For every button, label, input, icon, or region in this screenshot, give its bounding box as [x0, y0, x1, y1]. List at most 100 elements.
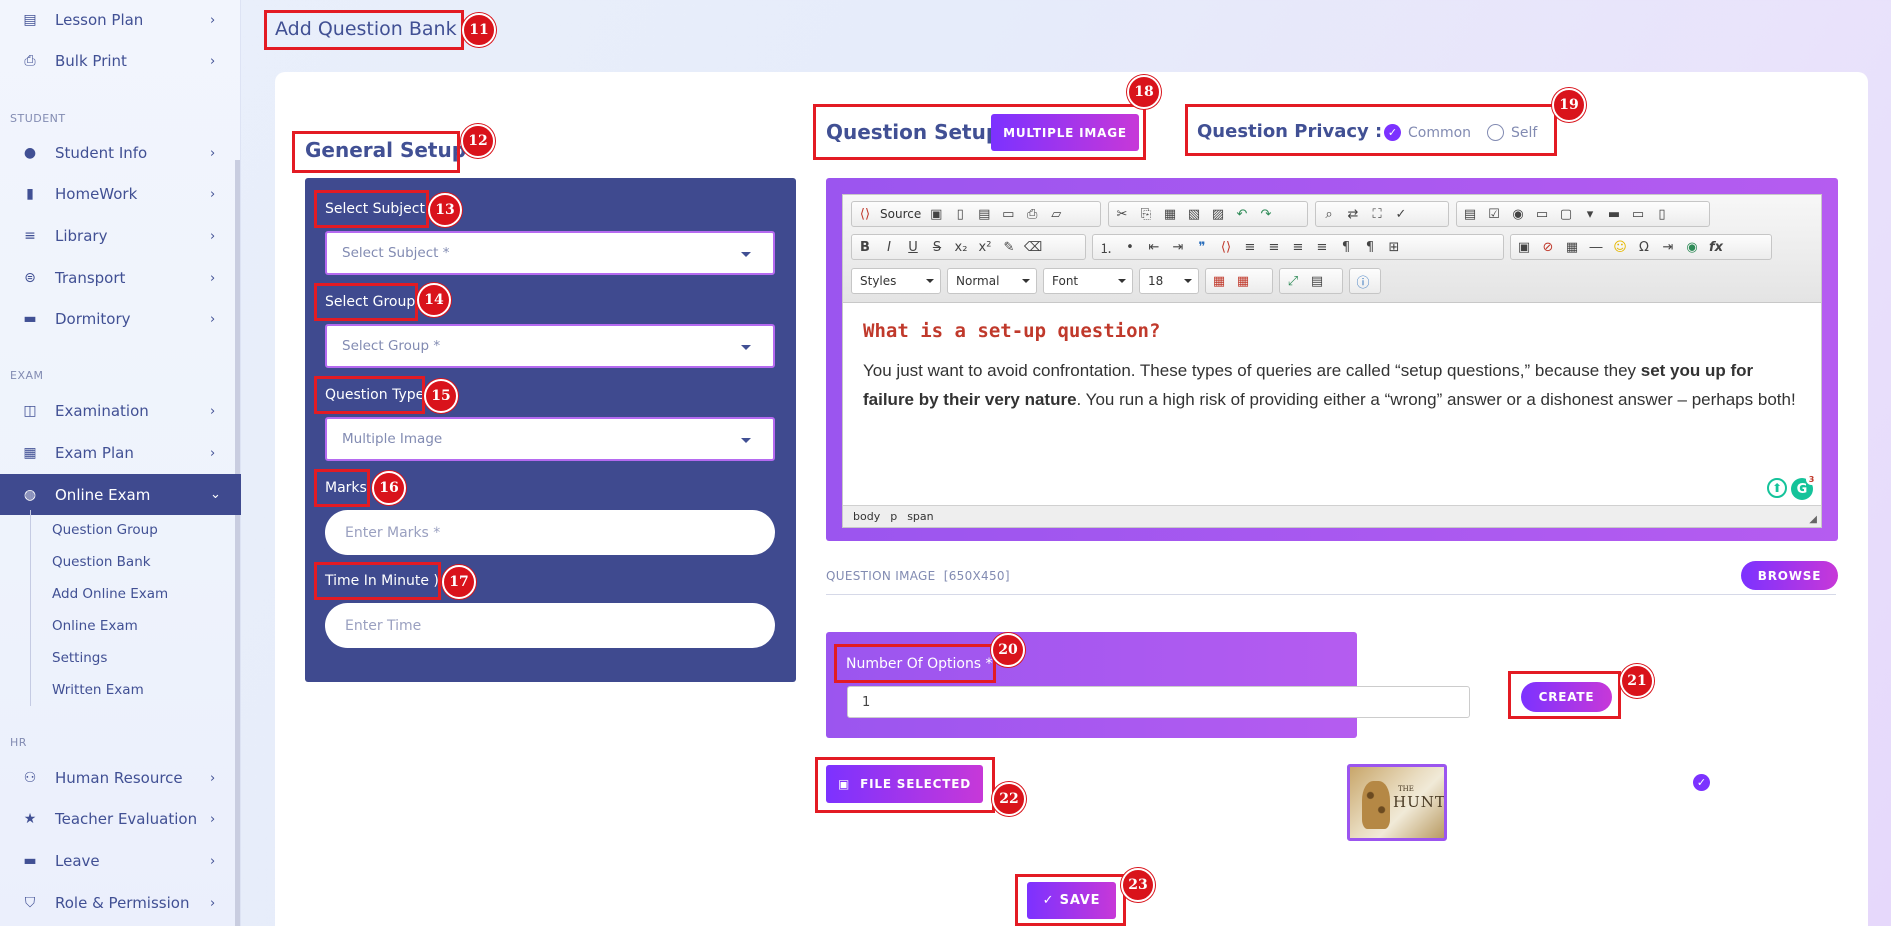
sidebar-item-online-exam[interactable]: ◍ Online Exam ⌄ — [0, 474, 241, 515]
remove-format-icon[interactable]: ⌫ — [1024, 238, 1042, 256]
submenu-question-bank[interactable]: Question Bank — [52, 554, 151, 570]
grammarly-icon[interactable]: G3 — [1791, 474, 1817, 500]
submenu-question-group[interactable]: Question Group — [52, 522, 158, 538]
align-justify-icon[interactable]: ≡ — [1313, 238, 1331, 256]
select-all-icon[interactable]: ⛶ — [1368, 205, 1386, 223]
info-icon[interactable]: ⓘ — [1354, 272, 1372, 291]
path-body[interactable]: body — [853, 510, 880, 523]
submenu-written-exam[interactable]: Written Exam — [52, 682, 144, 698]
textarea-icon[interactable]: ▢ — [1557, 205, 1575, 223]
editor-content[interactable]: What is a set-up question? You just want… — [863, 320, 1808, 414]
blockquote-icon[interactable]: ❞ — [1193, 238, 1211, 256]
path-span[interactable]: span — [907, 510, 933, 523]
new-page-icon[interactable]: ▯ — [951, 205, 969, 223]
page-break-icon[interactable]: ⇥ — [1659, 238, 1677, 256]
sidebar-item-library[interactable]: ≡ Library › — [0, 216, 241, 256]
print-icon[interactable]: ⎙ — [1023, 205, 1041, 223]
sidebar-item-exam-plan[interactable]: ▦ Exam Plan › — [0, 433, 241, 473]
rtl-icon[interactable]: ¶ — [1361, 238, 1379, 256]
flash-icon[interactable]: ⊘ — [1539, 238, 1557, 256]
copy-icon[interactable]: ⎘ — [1137, 205, 1155, 223]
formula-icon[interactable]: fx — [1707, 238, 1725, 256]
sidebar-item-student-info[interactable]: ● Student Info › — [0, 133, 241, 173]
iframe-icon[interactable]: ◉ — [1683, 238, 1701, 256]
copy-format-icon[interactable]: ✎ — [1000, 238, 1018, 256]
submenu-add-online-exam[interactable]: Add Online Exam — [52, 586, 168, 602]
format-combo[interactable]: Normal — [947, 268, 1037, 294]
source-icon[interactable]: ⟨⟩ — [856, 205, 874, 223]
find-icon[interactable]: ⌕ — [1320, 205, 1338, 223]
bulleted-list-icon[interactable]: • — [1121, 238, 1139, 256]
horizontal-line-icon[interactable]: ― — [1587, 238, 1605, 256]
sidebar-item-examination[interactable]: ◫ Examination › — [0, 391, 241, 431]
special-char-icon[interactable]: Ω — [1635, 238, 1653, 256]
strike-icon[interactable]: S — [928, 238, 946, 256]
subject-select[interactable]: Select Subject * — [325, 231, 775, 275]
bold-icon[interactable]: B — [856, 238, 874, 256]
submenu-online-exam[interactable]: Online Exam — [52, 618, 138, 634]
image-icon[interactable]: ▣ — [1515, 238, 1533, 256]
number-of-options-input[interactable]: 1 — [847, 686, 1470, 718]
underline-icon[interactable]: U — [904, 238, 922, 256]
align-right-icon[interactable]: ≡ — [1289, 238, 1307, 256]
replace-icon[interactable]: ⇄ — [1344, 205, 1362, 223]
table-icon[interactable]: ▦ — [1563, 238, 1581, 256]
select-field-icon[interactable]: ▾ — [1581, 205, 1599, 223]
hidden-field-icon[interactable]: ▯ — [1653, 205, 1671, 223]
bg-color-icon[interactable]: ▦ — [1234, 272, 1252, 290]
group-select[interactable]: Select Group * — [325, 324, 775, 368]
sidebar-item-human-resource[interactable]: ⚇ Human Resource › — [0, 758, 241, 798]
question-type-select[interactable]: Multiple Image — [325, 417, 775, 461]
marks-input[interactable]: Enter Marks * — [325, 510, 775, 555]
button-field-icon[interactable]: ▬ — [1605, 205, 1623, 223]
browse-button[interactable]: BROWSE — [1741, 561, 1838, 590]
spellcheck-icon[interactable]: ✓ — [1392, 205, 1410, 223]
outdent-icon[interactable]: ⇤ — [1145, 238, 1163, 256]
ltr-icon[interactable]: ¶ — [1337, 238, 1355, 256]
save-icon[interactable]: ▣ — [927, 205, 945, 223]
image-thumbnail[interactable]: THE HUNT — [1347, 764, 1447, 841]
textfield-icon[interactable]: ▭ — [1533, 205, 1551, 223]
smiley-icon[interactable]: ☺ — [1611, 238, 1629, 256]
radio-icon[interactable]: ◉ — [1509, 205, 1527, 223]
sidebar-item-lesson-plan[interactable]: ▤ Lesson Plan › — [0, 0, 241, 40]
source-button[interactable]: Source — [880, 207, 921, 221]
redo-icon[interactable]: ↷ — [1257, 205, 1275, 223]
time-input[interactable]: Enter Time — [325, 603, 775, 648]
italic-icon[interactable]: I — [880, 238, 898, 256]
path-p[interactable]: p — [890, 510, 897, 523]
superscript-icon[interactable]: x² — [976, 238, 994, 256]
numbered-list-icon[interactable]: ⒈ — [1097, 238, 1115, 257]
font-size-combo[interactable]: 18 — [1139, 268, 1199, 294]
text-color-icon[interactable]: ▦ — [1210, 272, 1228, 290]
pdf-icon[interactable]: ▤ — [975, 205, 993, 223]
sidebar-item-homework[interactable]: ▮ HomeWork › — [0, 174, 241, 214]
sidebar-item-role-permission[interactable]: ⛉ Role & Permission › — [0, 883, 241, 923]
check-circle-icon[interactable]: ✓ — [1693, 774, 1710, 791]
language-icon[interactable]: ⊞ — [1385, 238, 1403, 256]
subscript-icon[interactable]: x₂ — [952, 238, 970, 256]
checkbox-icon[interactable]: ☑ — [1485, 205, 1503, 223]
sidebar-item-transport[interactable]: ⊜ Transport › — [0, 258, 241, 298]
indent-icon[interactable]: ⇥ — [1169, 238, 1187, 256]
lightbulb-icon[interactable]: ⬆ — [1767, 478, 1787, 498]
image-button-icon[interactable]: ▭ — [1629, 205, 1647, 223]
sidebar-item-teacher-evaluation[interactable]: ★ Teacher Evaluation › — [0, 799, 241, 839]
sidebar-item-bulk-print[interactable]: ⎙ Bulk Print › — [0, 41, 241, 81]
cut-icon[interactable]: ✂ — [1113, 205, 1131, 223]
maximize-icon[interactable]: ⤢ — [1284, 272, 1302, 290]
sidebar-item-dormitory[interactable]: ▬ Dormitory › — [0, 299, 241, 339]
undo-icon[interactable]: ↶ — [1233, 205, 1251, 223]
align-left-icon[interactable]: ≡ — [1241, 238, 1259, 256]
preview-icon[interactable]: ▭ — [999, 205, 1017, 223]
align-center-icon[interactable]: ≡ — [1265, 238, 1283, 256]
paste-text-icon[interactable]: ▧ — [1185, 205, 1203, 223]
form-icon[interactable]: ▤ — [1461, 205, 1479, 223]
rich-text-editor[interactable]: ⟨⟩ Source ▣ ▯ ▤ ▭ ⎙ ▱ ✂ ⎘ ▦ ▧ ▨ ↶ ↷ ⌕ ⇄ — [842, 194, 1822, 528]
div-icon[interactable]: ⟨⟩ — [1217, 238, 1235, 256]
paste-icon[interactable]: ▦ — [1161, 205, 1179, 223]
resize-handle-icon[interactable]: ◢ — [1809, 514, 1817, 525]
styles-combo[interactable]: Styles — [851, 268, 941, 294]
templates-icon[interactable]: ▱ — [1047, 205, 1065, 223]
font-combo[interactable]: Font — [1043, 268, 1133, 294]
